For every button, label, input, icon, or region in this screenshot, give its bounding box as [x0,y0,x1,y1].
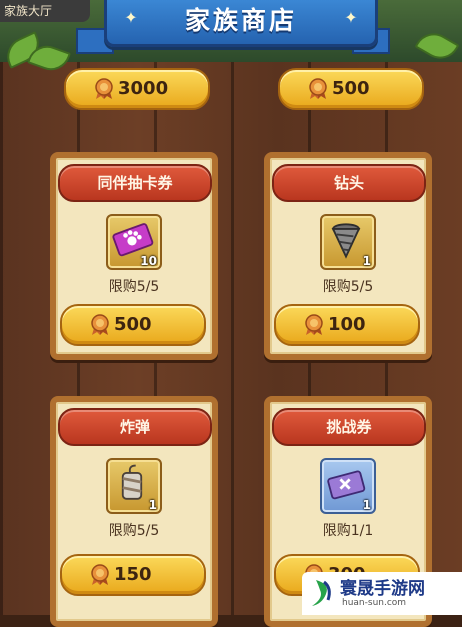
item-name: 炸弹 [58,408,212,446]
buy-button[interactable]: 500 [278,68,424,110]
item-quantity: 1 [148,498,157,512]
purchase-limit: 限购5/5 [108,523,160,539]
price-label: 500 [114,314,152,335]
purchase-limit: 限购5/5 [108,279,160,295]
watermark-url: huan-sun.com [342,598,407,608]
family-hall-tab[interactable]: 家族大厅 [0,0,90,22]
family-coin-icon [91,564,109,585]
buy-button[interactable]: 3000 [64,68,210,110]
family-coin-icon [95,78,113,99]
purchase-limit: 限购1/1 [322,523,374,539]
item-name: 同伴抽卡券 [58,164,212,202]
item-name: 钻头 [272,164,426,202]
purchase-limit: 限购5/5 [322,279,374,295]
price-label: 3000 [118,78,169,99]
sparkle-icon: ✦ [124,8,138,27]
family-coin-icon [305,314,323,335]
family-coin-icon [91,314,109,335]
buy-button[interactable]: 150 [60,554,206,596]
price-label: 150 [114,564,152,585]
shop-item-card: 炸弹 1 限购5/5 150 [50,396,218,627]
site-watermark: 寰晟手游网 huan-sun.com [302,572,462,615]
family-coin-icon [309,78,327,99]
item-quantity: 10 [140,254,157,268]
shop-item-card: 同伴抽卡券 10 限购5/5 500 [50,152,218,360]
item-quantity: 1 [362,498,371,512]
buy-button[interactable]: 100 [274,304,420,346]
site-logo-icon [312,580,331,606]
sparkle-icon: ✦ [344,8,358,27]
item-slot[interactable]: 10 [106,214,162,270]
page-title: 家族商店 [184,6,297,35]
item-slot[interactable]: 1 [320,458,376,514]
item-slot[interactable]: 1 [106,458,162,514]
price-label: 500 [332,78,370,99]
item-slot[interactable]: 1 [320,214,376,270]
item-quantity: 1 [362,254,371,268]
watermark-name: 寰晟手游网 [340,579,425,599]
buy-button[interactable]: 500 [60,304,206,346]
shop-item-card: 钻头 1 限购5/5 100 [264,152,432,360]
item-name: 挑战券 [272,408,426,446]
price-label: 100 [328,314,366,335]
shop-title-banner: ✦ 家族商店 ✦ [104,0,378,47]
family-hall-tab-label: 家族大厅 [4,4,53,18]
